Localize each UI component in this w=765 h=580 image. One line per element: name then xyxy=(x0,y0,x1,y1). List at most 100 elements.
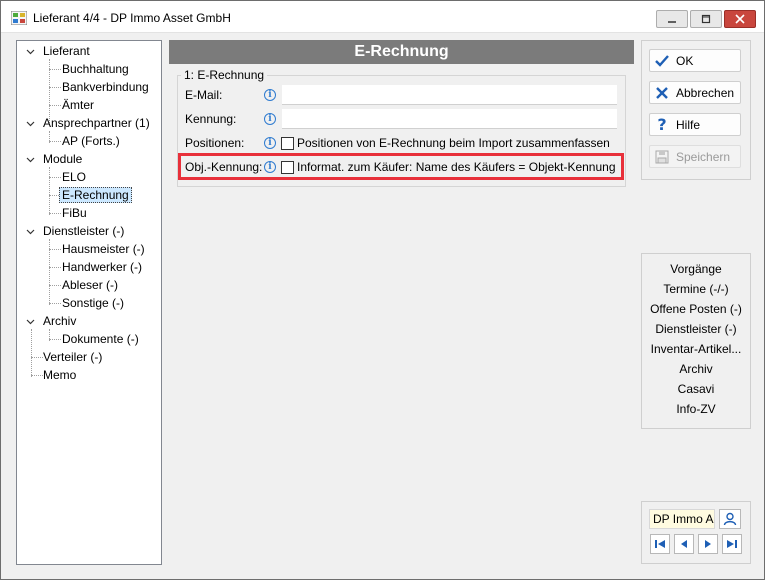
record-selector[interactable]: DP Immo A xyxy=(649,509,715,529)
tree-guide-line xyxy=(49,177,61,178)
tree-guide-line xyxy=(49,167,50,215)
tree-item-label: Hausmeister (-) xyxy=(62,242,145,256)
tree-item-label: FiBu xyxy=(62,206,87,220)
tree-item-label: Buchhaltung xyxy=(62,62,129,76)
tree-item-label: Module xyxy=(43,152,83,166)
speichern-button-label: Speichern xyxy=(676,149,731,164)
chevron-down-icon[interactable] xyxy=(26,47,35,56)
tree-item-archiv[interactable]: Archiv xyxy=(43,313,76,330)
minimize-button[interactable] xyxy=(656,10,688,28)
kennung-field[interactable] xyxy=(282,109,617,129)
first-icon xyxy=(655,540,665,548)
tree-guide-line xyxy=(49,141,61,142)
email-field[interactable] xyxy=(282,85,617,105)
positionen-checkbox-label[interactable]: Positionen von E-Rechnung beim Import zu… xyxy=(297,136,610,150)
info-icon[interactable]: i xyxy=(264,161,276,173)
ok-button[interactable]: OK xyxy=(649,49,741,72)
tree-item-label: Memo xyxy=(43,368,77,382)
tree-item-ap-forts[interactable]: AP (Forts.) xyxy=(62,133,120,150)
link-termine[interactable]: Termine (-/-) xyxy=(641,282,751,296)
abbrechen-button-label: Abbrechen xyxy=(676,85,735,100)
chevron-down-icon[interactable] xyxy=(26,227,35,236)
maximize-button[interactable] xyxy=(690,10,722,28)
tree-item-hausmeister[interactable]: Hausmeister (-) xyxy=(62,241,145,258)
kennung-label: Kennung: xyxy=(185,112,237,126)
tree-item-label: Bankverbindung xyxy=(62,80,149,94)
objkennung-label: Obj.-Kennung: xyxy=(185,160,263,174)
minimize-icon xyxy=(668,21,676,23)
tree-guide-line xyxy=(49,339,61,340)
link-offene-posten[interactable]: Offene Posten (-) xyxy=(641,302,751,316)
link-vorgaenge[interactable]: Vorgänge xyxy=(641,262,751,276)
positionen-checkbox[interactable] xyxy=(281,137,294,150)
tree-guide-line xyxy=(49,69,61,70)
tree-item-handwerker[interactable]: Handwerker (-) xyxy=(62,259,142,276)
tree-item-elo[interactable]: ELO xyxy=(62,169,86,186)
speichern-button[interactable]: Speichern xyxy=(649,145,741,168)
chevron-down-icon[interactable] xyxy=(26,155,35,164)
tree-guide-line xyxy=(49,87,61,88)
tree-item-ableser[interactable]: Ableser (-) xyxy=(62,277,118,294)
person-icon xyxy=(723,512,737,526)
abbrechen-button[interactable]: Abbrechen xyxy=(649,81,741,104)
chevron-down-icon[interactable] xyxy=(26,317,35,326)
email-label: E-Mail: xyxy=(185,88,223,102)
tree-item-dokumente[interactable]: Dokumente (-) xyxy=(62,331,139,348)
last-icon xyxy=(727,540,737,548)
app-icon xyxy=(11,11,27,25)
link-dienstleister[interactable]: Dienstleister (-) xyxy=(641,322,751,336)
previous-record-button[interactable] xyxy=(674,534,694,554)
link-casavi[interactable]: Casavi xyxy=(641,382,751,396)
tree-item-fibu[interactable]: FiBu xyxy=(62,205,87,222)
close-button[interactable] xyxy=(724,10,756,28)
tree-item-bankverbindung[interactable]: Bankverbindung xyxy=(62,79,149,96)
link-archiv[interactable]: Archiv xyxy=(641,362,751,376)
tree-item-aemter[interactable]: Ämter xyxy=(62,97,94,114)
tree-item-label: Archiv xyxy=(43,314,77,328)
tree-item-dienstleister[interactable]: Dienstleister (-) xyxy=(43,223,124,240)
chevron-down-icon[interactable] xyxy=(26,119,35,128)
info-icon[interactable]: i xyxy=(264,89,276,101)
hilfe-button[interactable]: ? Hilfe xyxy=(649,113,741,136)
tree-item-label: Lieferant xyxy=(43,44,90,58)
ok-button-label: OK xyxy=(676,53,694,68)
window-title: Lieferant 4/4 - DP Immo Asset GmbH xyxy=(33,11,231,25)
tree-guide-line xyxy=(49,303,61,304)
objkennung-checkbox-label[interactable]: Informat. zum Käufer: Name des Käufers =… xyxy=(297,160,616,174)
help-icon: ? xyxy=(657,115,667,134)
next-record-button[interactable] xyxy=(698,534,718,554)
previous-icon xyxy=(681,540,687,548)
last-record-button[interactable] xyxy=(722,534,742,554)
tree-item-memo[interactable]: Memo xyxy=(43,367,76,384)
first-record-button[interactable] xyxy=(650,534,670,554)
tree-item-sonstige[interactable]: Sonstige (-) xyxy=(62,295,124,312)
tree-guide-line xyxy=(49,249,61,250)
tree-item-e-rechnung[interactable]: E-Rechnung xyxy=(59,187,132,204)
tree-guide-line xyxy=(31,329,32,377)
maximize-icon xyxy=(701,14,711,24)
tree-item-label: Sonstige (-) xyxy=(62,296,125,310)
info-icon[interactable]: i xyxy=(264,113,276,125)
title-bar: Lieferant 4/4 - DP Immo Asset GmbH xyxy=(1,1,764,33)
tree-item-label: Ansprechpartner (1) xyxy=(43,116,150,130)
tree-item-ansprechpartner[interactable]: Ansprechpartner (1) xyxy=(43,115,150,132)
link-inventar-artikel[interactable]: Inventar-Artikel... xyxy=(641,342,751,356)
tree-item-label: Dokumente (-) xyxy=(62,332,139,346)
navigation-tree[interactable]: Lieferant Buchhaltung Bankverbindung Ämt… xyxy=(16,40,162,565)
tree-item-lieferant[interactable]: Lieferant xyxy=(43,43,90,60)
tree-item-module[interactable]: Module xyxy=(43,151,82,168)
hilfe-button-label: Hilfe xyxy=(676,117,701,132)
tree-item-label: Handwerker (-) xyxy=(62,260,143,274)
cross-icon xyxy=(656,86,668,99)
info-icon[interactable]: i xyxy=(264,137,276,149)
contact-button[interactable] xyxy=(719,509,741,529)
close-icon xyxy=(735,14,745,24)
link-info-zv[interactable]: Info-ZV xyxy=(641,402,751,416)
tree-guide-line xyxy=(31,375,43,376)
floppy-disk-icon xyxy=(655,150,669,163)
objkennung-checkbox[interactable] xyxy=(281,161,294,174)
tree-item-verteiler[interactable]: Verteiler (-) xyxy=(43,349,102,366)
tree-item-buchhaltung[interactable]: Buchhaltung xyxy=(62,61,129,78)
application-window: Lieferant 4/4 - DP Immo Asset GmbH Liefe… xyxy=(0,0,765,580)
tree-item-label: AP (Forts.) xyxy=(62,134,120,148)
